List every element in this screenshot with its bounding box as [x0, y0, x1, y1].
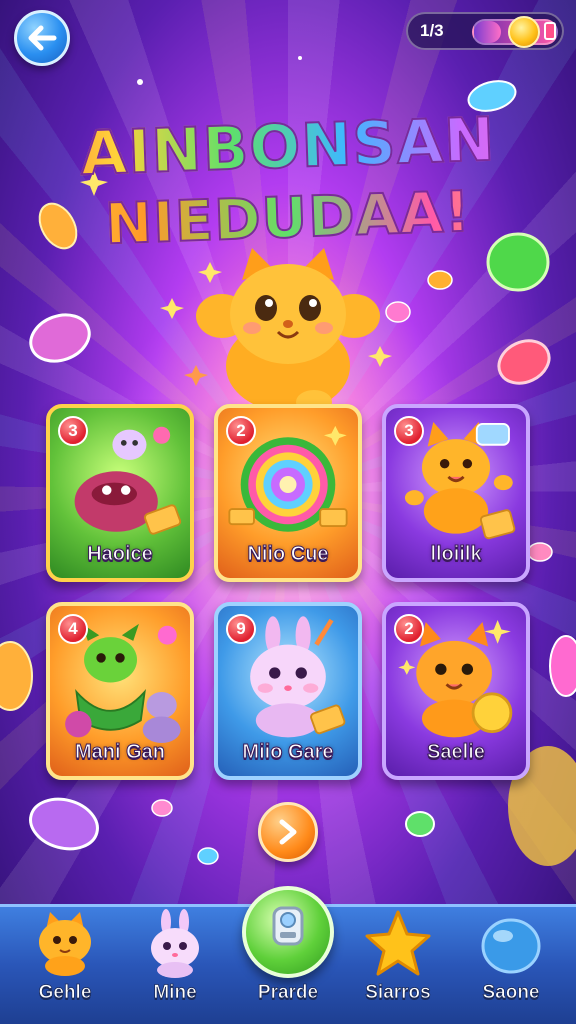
- card-label: Mani Gan: [74, 741, 165, 764]
- nav-item-siarros[interactable]: Siarros: [343, 904, 453, 1024]
- nav-label: Mine: [153, 982, 197, 1004]
- card-label: Haoice: [87, 543, 154, 566]
- counter-fill: [474, 21, 502, 43]
- card-label: Miio Gare: [242, 741, 334, 764]
- card-label: Saelie: [427, 741, 486, 764]
- nav-item-saone[interactable]: Saone: [456, 904, 566, 1024]
- nav-item-prarde[interactable]: Prarde: [233, 904, 343, 1024]
- level-badge: 3: [394, 416, 424, 446]
- level-badge: 9: [226, 614, 256, 644]
- level-badge: 3: [58, 416, 88, 446]
- level-card-3[interactable]: 3 lloiilk: [382, 404, 530, 582]
- nav-item-gehle[interactable]: Gehle: [10, 904, 120, 1024]
- card-label: Niio Cue: [247, 543, 329, 566]
- level-card-5[interactable]: 9 Miio Gare: [214, 602, 362, 780]
- counter-text: 1/3: [420, 21, 444, 40]
- back-button[interactable]: [14, 10, 70, 66]
- cat-mascot-icon: [196, 248, 380, 414]
- level-badge: 2: [226, 416, 256, 446]
- nav-label: Siarros: [365, 982, 431, 1004]
- nav-item-mine[interactable]: Mine: [120, 904, 230, 1024]
- level-card-2[interactable]: 2 Niio Cue: [214, 404, 362, 582]
- play-button[interactable]: [258, 802, 318, 862]
- progress-counter[interactable]: 1/3: [406, 12, 564, 50]
- play-arrow-icon: [279, 819, 297, 845]
- level-badge: 4: [58, 614, 88, 644]
- level-card-1[interactable]: 3 Haoice: [46, 404, 194, 582]
- add-coins-button[interactable]: [544, 22, 556, 40]
- nav-label: Saone: [482, 982, 540, 1004]
- back-arrow-icon: [28, 25, 57, 51]
- nav-label: Gehle: [38, 982, 92, 1004]
- nav-label: Prarde: [257, 982, 319, 1004]
- card-label: lloiilk: [430, 543, 482, 566]
- cat-icon: [39, 912, 91, 976]
- level-badge: 2: [394, 614, 424, 644]
- level-card-4[interactable]: 4 Mani Gan: [46, 602, 194, 780]
- star-icon: [365, 910, 431, 976]
- level-card-6[interactable]: 2 Saelie: [382, 602, 530, 780]
- coin-icon: [508, 16, 540, 48]
- blue-gem-icon: [481, 918, 541, 974]
- bunny-icon: [151, 909, 199, 978]
